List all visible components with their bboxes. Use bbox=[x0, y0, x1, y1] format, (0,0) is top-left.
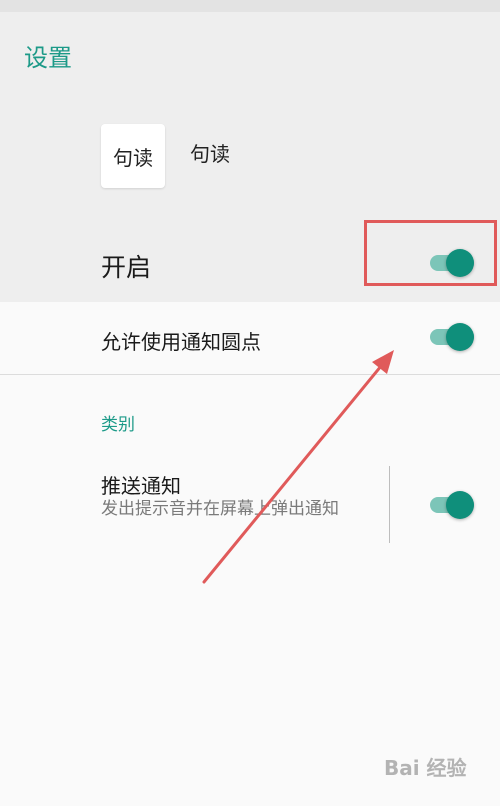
watermark: Bai 经验 bbox=[384, 756, 467, 780]
annotation-arrow bbox=[202, 350, 394, 584]
arrow-shaft bbox=[202, 358, 388, 584]
arrow-head bbox=[372, 350, 394, 374]
